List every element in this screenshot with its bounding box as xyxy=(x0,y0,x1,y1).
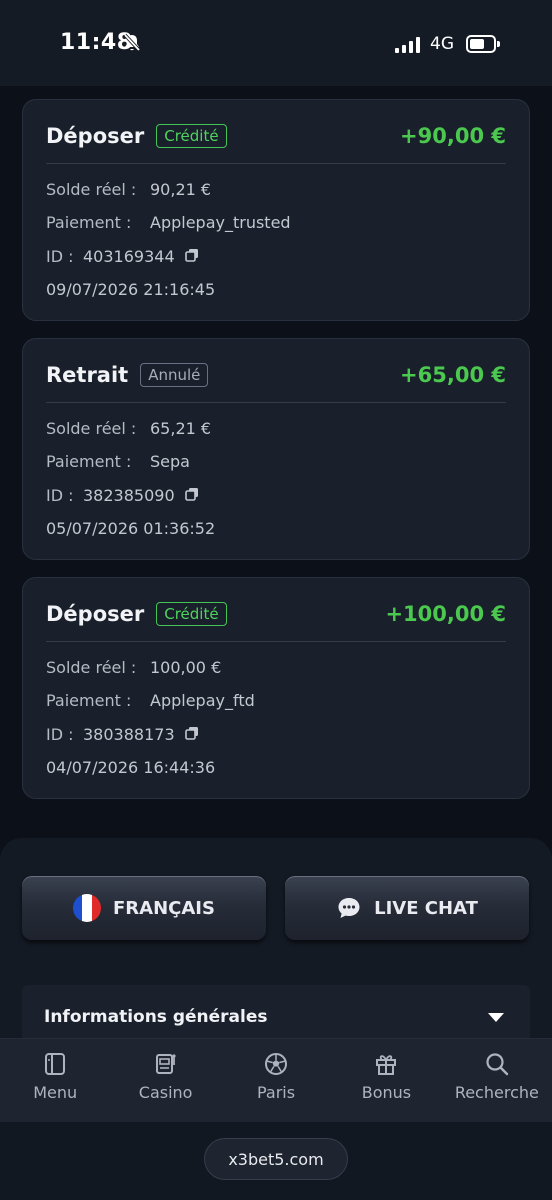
balance-label: Solde réel : xyxy=(46,658,137,677)
payment-value: Applepay_trusted xyxy=(150,213,291,232)
slot-machine-icon xyxy=(155,1054,176,1074)
payment-label: Paiement : xyxy=(46,691,132,710)
balance-row: Solde réel : 65,21 € xyxy=(46,419,211,438)
language-button[interactable]: FRANÇAIS xyxy=(22,876,266,940)
id-value: 382385090 xyxy=(83,486,175,505)
transaction-amount: +65,00 € xyxy=(400,363,506,387)
transaction-card: Déposer Crédité +90,00 € Solde réel : 90,21 … xyxy=(22,99,530,321)
general-info-title: Informations générales xyxy=(44,1007,268,1027)
id-label: ID : xyxy=(46,725,74,744)
transaction-card: Déposer Crédité +100,00 € Solde réel : 100,0… xyxy=(22,577,530,799)
id-label: ID : xyxy=(46,486,74,505)
copy-icon[interactable] xyxy=(184,725,199,744)
balance-label: Solde réel : xyxy=(46,419,137,438)
search-icon xyxy=(486,1053,509,1076)
nav-label-recherche: Recherche xyxy=(454,1083,539,1102)
nav-label-paris: Paris xyxy=(256,1083,296,1102)
balance-value: 100,00 € xyxy=(150,658,222,677)
transaction-header: Déposer Crédité +90,00 € xyxy=(46,122,506,150)
divider xyxy=(46,402,506,403)
live-chat-button[interactable]: LIVE CHAT xyxy=(285,876,529,940)
status-badge: Annulé xyxy=(140,363,209,387)
nav-label-bonus: Bonus xyxy=(361,1083,412,1102)
general-info-accordion[interactable]: Informations générales xyxy=(22,985,530,1045)
language-label: FRANÇAIS xyxy=(113,897,215,919)
id-row: ID : 380388173 xyxy=(46,725,199,744)
transaction-header: Déposer Crédité +100,00 € xyxy=(46,600,506,628)
payment-row: Paiement : Applepay_ftd xyxy=(46,691,255,710)
payment-row: Paiement : Sepa xyxy=(46,452,190,471)
chat-bubble-icon xyxy=(338,898,360,918)
football-icon xyxy=(265,1053,288,1075)
live-chat-label: LIVE CHAT xyxy=(374,897,478,919)
browser-url-bar: x3bet5.com xyxy=(0,1122,552,1200)
nav-item-paris[interactable]: Paris xyxy=(221,1039,331,1122)
id-value: 403169344 xyxy=(83,247,175,266)
balance-row: Solde réel : 100,00 € xyxy=(46,658,221,677)
nav-item-recherche[interactable]: Recherche xyxy=(442,1039,552,1122)
gift-icon xyxy=(376,1055,397,1075)
nav-label-casino: Casino xyxy=(138,1083,193,1102)
transaction-type: Retrait xyxy=(46,363,129,387)
transaction-card: Retrait Annulé +65,00 € Solde réel : 65,21 €… xyxy=(22,338,530,560)
battery-icon xyxy=(466,35,500,53)
transaction-type: Déposer xyxy=(46,602,145,626)
datetime-row: 09/07/2026 21:16:45 xyxy=(46,280,215,299)
balance-row: Solde réel : 90,21 € xyxy=(46,180,211,199)
id-row: ID : 382385090 xyxy=(46,486,199,505)
status-badge: Crédité xyxy=(156,602,227,626)
france-flag-icon xyxy=(73,894,101,922)
nav-item-bonus[interactable]: Bonus xyxy=(331,1039,441,1122)
transaction-datetime: 09/07/2026 21:16:45 xyxy=(46,280,216,299)
copy-icon[interactable] xyxy=(184,486,199,505)
transaction-datetime: 05/07/2026 01:36:52 xyxy=(46,519,216,538)
balance-value: 90,21 € xyxy=(150,180,212,199)
status-bar: 11:48 4G xyxy=(0,0,552,86)
payment-row: Paiement : Applepay_trusted xyxy=(46,213,291,232)
balance-value: 65,21 € xyxy=(150,419,212,438)
transaction-type: Déposer xyxy=(46,124,145,148)
copy-icon[interactable] xyxy=(184,247,199,266)
datetime-row: 04/07/2026 16:44:36 xyxy=(46,758,215,777)
payment-label: Paiement : xyxy=(46,213,132,232)
divider xyxy=(46,163,506,164)
balance-label: Solde réel : xyxy=(46,180,137,199)
payment-label: Paiement : xyxy=(46,452,132,471)
bell-muted-icon xyxy=(123,33,141,52)
status-badge: Crédité xyxy=(156,124,227,148)
nav-item-casino[interactable]: Casino xyxy=(110,1039,220,1122)
id-row: ID : 403169344 xyxy=(46,247,199,266)
caret-down-icon xyxy=(488,1013,504,1022)
id-label: ID : xyxy=(46,247,74,266)
url-pill[interactable]: x3bet5.com xyxy=(204,1138,348,1180)
transaction-datetime: 04/07/2026 16:44:36 xyxy=(46,758,216,777)
menu-icon xyxy=(45,1053,66,1075)
datetime-row: 05/07/2026 01:36:52 xyxy=(46,519,215,538)
bottom-nav: Menu Casino Paris Bonus Recherche xyxy=(0,1038,552,1122)
payment-value: Applepay_ftd xyxy=(150,691,255,710)
id-value: 380388173 xyxy=(83,725,175,744)
nav-label-menu: Menu xyxy=(33,1083,78,1102)
transaction-amount: +90,00 € xyxy=(400,124,506,148)
divider xyxy=(46,641,506,642)
transaction-header: Retrait Annulé +65,00 € xyxy=(46,361,506,389)
nav-item-menu[interactable]: Menu xyxy=(0,1039,110,1122)
transaction-amount: +100,00 € xyxy=(385,602,506,626)
network-type: 4G xyxy=(430,34,454,54)
cell-signal-icon xyxy=(395,37,420,53)
payment-value: Sepa xyxy=(150,452,190,471)
